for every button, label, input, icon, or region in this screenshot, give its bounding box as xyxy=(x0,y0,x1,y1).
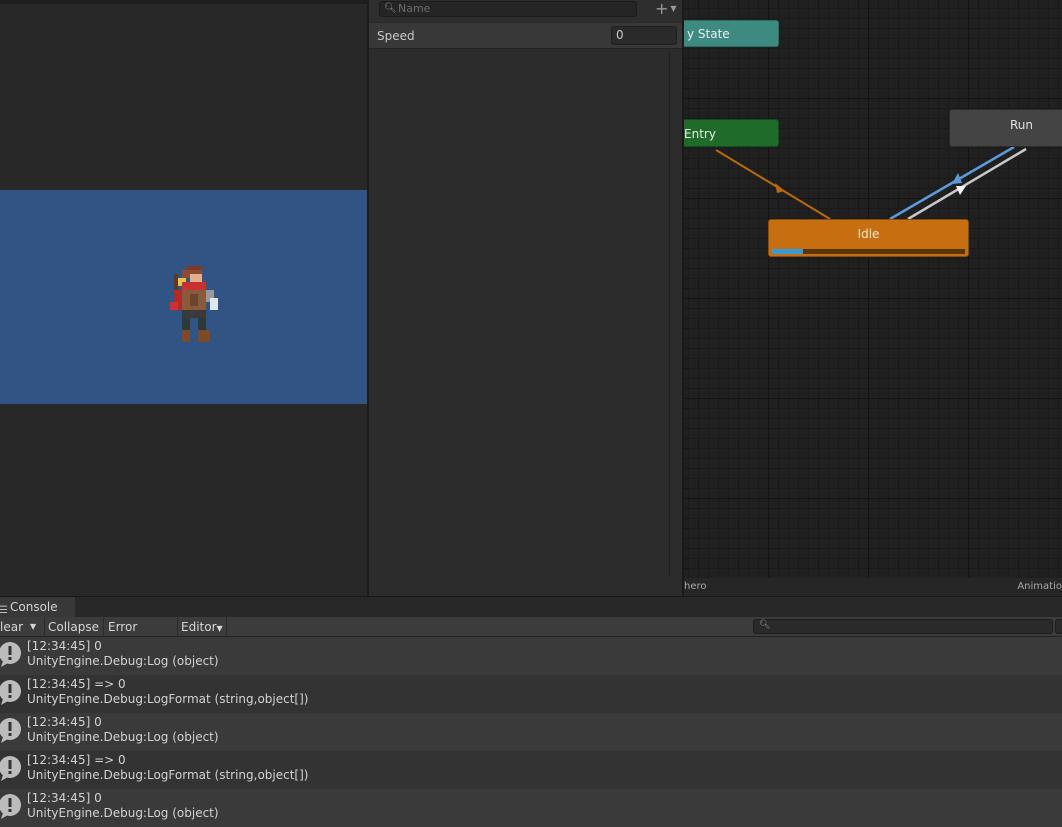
transitions-layer xyxy=(715,145,1027,221)
parameter-search-placeholder: Name xyxy=(398,2,431,15)
log-message: [12:34:45] 0 xyxy=(27,715,102,729)
transition-idle-run[interactable] xyxy=(889,145,1015,221)
chevron-down-icon: ▼ xyxy=(670,4,677,13)
search-icon: 🔍︎ xyxy=(759,620,771,630)
parameters-scrollbar[interactable] xyxy=(669,50,670,576)
state-entry[interactable]: Entry xyxy=(684,119,779,147)
log-entry[interactable]: [12:34:45] => 0 UnityEngine.Debug:LogFor… xyxy=(0,751,1062,789)
log-message: [12:34:45] 0 xyxy=(27,791,102,805)
console-window: ☰ Console lear ▼ Collapse Error Pause Ed… xyxy=(0,596,1062,827)
parameter-search-input[interactable]: 🔍︎ Name xyxy=(379,1,637,17)
state-progress-bar xyxy=(772,249,965,254)
info-icon xyxy=(0,642,21,667)
tab-console-label: Console xyxy=(10,600,58,614)
graph-footer-label: Animatio xyxy=(1017,581,1062,592)
info-icon xyxy=(0,756,21,781)
search-icon: 🔍︎ xyxy=(384,3,397,14)
game-view-header xyxy=(0,0,367,4)
log-stacktrace: UnityEngine.Debug:LogFormat (string,obje… xyxy=(27,692,309,706)
log-stacktrace: UnityEngine.Debug:LogFormat (string,obje… xyxy=(27,768,309,782)
console-search-input[interactable]: 🔍︎ xyxy=(753,619,1053,634)
state-run[interactable]: Run xyxy=(949,109,1062,147)
parameter-value-field[interactable]: 0 xyxy=(611,26,677,45)
state-idle[interactable]: Idle xyxy=(768,219,969,257)
error-pause-button[interactable]: Error Pause xyxy=(103,617,176,654)
log-message: [12:34:45] => 0 xyxy=(27,753,126,767)
tab-console[interactable]: ☰ Console xyxy=(0,597,75,618)
parameter-row[interactable]: Speed 0 xyxy=(369,22,684,49)
console-tab-bar: ☰ Console xyxy=(0,596,1062,618)
transition-run-idle[interactable] xyxy=(907,147,1027,221)
log-entry[interactable]: [12:34:45] 0 UnityEngine.Debug:Log (obje… xyxy=(0,637,1062,675)
console-toolbar: lear ▼ Collapse Error Pause Editor▼ 🔍︎ xyxy=(0,617,1062,654)
game-view xyxy=(0,0,367,596)
plus-icon: + xyxy=(655,0,669,18)
log-entry[interactable]: [12:34:45] => 0 UnityEngine.Debug:LogFor… xyxy=(0,675,1062,713)
parameters-panel: 🔍︎ Name + ▼ Speed 0 xyxy=(367,0,685,596)
info-icon xyxy=(0,718,21,743)
log-entry[interactable]: [12:34:45] 0 UnityEngine.Debug:Log (obje… xyxy=(0,789,1062,827)
transition-entry-idle[interactable] xyxy=(715,149,831,220)
log-entry[interactable]: [12:34:45] 0 UnityEngine.Debug:Log (obje… xyxy=(0,713,1062,751)
hero-sprite-icon[interactable] xyxy=(166,265,222,347)
chevron-down-icon[interactable]: ▼ xyxy=(30,617,42,637)
collapse-button[interactable]: Collapse xyxy=(44,617,100,637)
state-any-state[interactable]: y State xyxy=(684,20,779,47)
parameters-toolbar: 🔍︎ Name + ▼ xyxy=(369,0,684,22)
info-icon xyxy=(0,680,21,705)
info-icon xyxy=(0,794,21,819)
log-list[interactable]: [12:34:45] 0 UnityEngine.Debug:Log (obje… xyxy=(0,637,1062,827)
console-filter-button[interactable] xyxy=(1055,619,1062,634)
editor-dropdown-label: Editor xyxy=(181,620,217,634)
log-message: [12:34:45] 0 xyxy=(27,639,102,653)
chevron-down-icon: ▼ xyxy=(216,624,223,633)
log-stacktrace: UnityEngine.Debug:Log (object) xyxy=(27,730,219,744)
clear-button[interactable]: lear xyxy=(0,617,31,637)
breadcrumb[interactable]: hero xyxy=(684,578,707,596)
state-progress-fill xyxy=(772,249,803,254)
log-stacktrace: UnityEngine.Debug:Log (object) xyxy=(27,654,219,668)
animator-graph[interactable]: y State Entry Idle Run xyxy=(684,0,1062,578)
parameter-name: Speed xyxy=(377,29,415,43)
graph-footer: hero Animatio xyxy=(684,578,1062,596)
log-stacktrace: UnityEngine.Debug:Log (object) xyxy=(27,806,219,820)
log-message: [12:34:45] => 0 xyxy=(27,677,126,691)
state-idle-label: Idle xyxy=(857,227,880,241)
editor-dropdown[interactable]: Editor▼ xyxy=(177,617,227,637)
add-parameter-button[interactable]: + ▼ xyxy=(655,0,681,18)
